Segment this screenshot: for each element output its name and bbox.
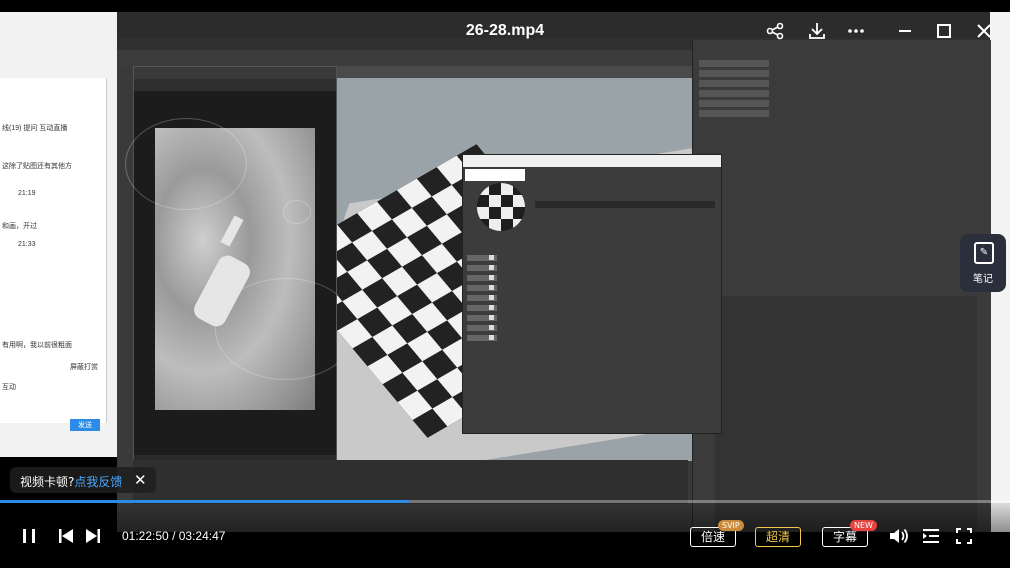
render-preview [125,118,357,410]
dialog-titlebar [463,155,721,167]
live-viewer-window [125,66,357,470]
prev-icon[interactable] [57,527,75,549]
object-row [699,70,769,77]
chat-line: 线(19) 提问 互动直播 [2,125,68,132]
next-icon[interactable] [84,527,102,549]
maximize-icon[interactable] [933,22,955,44]
dialog-tab [465,169,525,181]
object-row [699,60,769,67]
material-editor-dialog [462,154,722,434]
download-icon[interactable] [806,22,828,44]
object-row [699,80,769,87]
dialog-slider [535,201,715,208]
c4d-timeline [133,460,688,504]
ripple [283,200,311,224]
live-viewer-titlebar [134,67,336,79]
chat-line: 这除了贴图还有其他方 [2,163,72,170]
live-viewer-menubar [134,79,336,91]
object-row [699,90,769,97]
pause-icon[interactable] [20,527,38,549]
chat-line: 有用啊，我以前很粗面 [2,342,72,349]
chat-line: 和画，开过 [2,223,37,230]
c4d-window [117,12,991,532]
more-icon[interactable] [845,22,867,44]
close-icon[interactable] [973,22,995,44]
quality-button[interactable]: 超清 [755,527,801,547]
progress-fill [0,500,410,503]
feedback-text: 视频卡顿?点我反馈 [20,473,122,490]
chat-line: 21:19 [18,190,36,197]
c4d-attribute-manager [715,296,977,532]
channel-check [489,325,494,330]
chat-send-button: 发送 [70,419,100,431]
object-row [699,110,769,117]
note-button[interactable]: ✎ 笔记 [960,234,1006,292]
current-time: 01:22:50 [122,529,169,543]
time-display: 01:22:50 / 03:24:47 [122,529,225,543]
ripple [125,118,247,210]
chat-line: 屏蔽打赏 [70,364,98,371]
material-preview-sphere [477,183,525,231]
channel-check [489,255,494,260]
time-separator: / [172,529,176,543]
svip-badge: SVIP [718,520,744,531]
channel-check [489,295,494,300]
chat-line: 21:33 [18,241,36,248]
channel-check [489,335,494,340]
channel-check [489,315,494,320]
lag-feedback-toast: 视频卡顿?点我反馈 ✕ [10,467,156,493]
video-frame[interactable]: 线(19) 提问 互动直播 这除了贴图还有其他方 21:19 和画，开过 21:… [0,0,1010,568]
duration: 03:24:47 [178,529,226,543]
note-icon: ✎ [974,242,994,264]
close-icon[interactable]: ✕ [134,471,147,489]
channel-check [489,265,494,270]
volume-icon[interactable] [888,526,910,550]
minimize-icon[interactable] [894,22,916,44]
share-icon[interactable] [764,22,786,44]
object-row [699,100,769,107]
channel-check [489,305,494,310]
progress-bar[interactable] [0,500,1010,503]
feedback-link[interactable]: 点我反馈 [74,475,122,489]
new-badge: NEW [850,520,877,531]
fullscreen-icon[interactable] [955,527,973,549]
background-chat-window: 线(19) 提问 互动直播 这除了贴图还有其他方 21:19 和画，开过 21:… [0,78,107,423]
channel-check [489,285,494,290]
bottle-neck [220,215,244,247]
feedback-prompt: 视频卡顿? [20,475,75,489]
note-label: 笔记 [973,274,993,285]
chat-line: 互动 [2,384,16,391]
channel-check [489,275,494,280]
playlist-icon[interactable] [921,527,941,549]
viewport-header [337,66,692,78]
